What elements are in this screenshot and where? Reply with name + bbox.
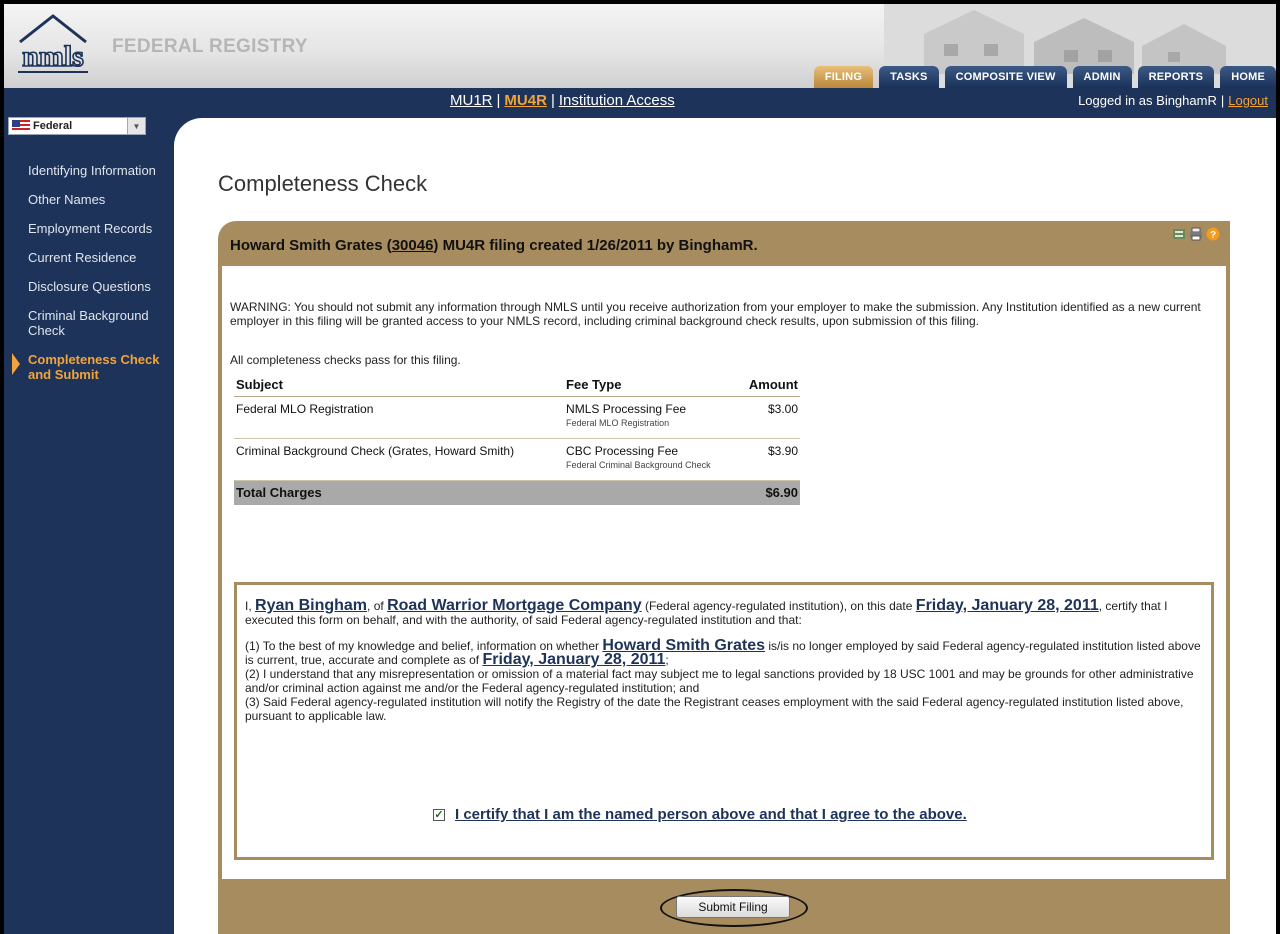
fee-amount: $3.00 bbox=[737, 396, 800, 439]
attestation-points: (1) To the best of my knowledge and beli… bbox=[245, 638, 1201, 724]
submit-bar: Submit Filing bbox=[218, 879, 1230, 934]
main-tabs: FILING TASKS COMPOSITE VIEW ADMIN REPORT… bbox=[808, 64, 1276, 88]
sidebar: Federal ▼ Identifying Information Other … bbox=[4, 113, 174, 934]
page-title: Completeness Check bbox=[218, 171, 428, 196]
total-row: Total Charges $6.90 bbox=[234, 480, 800, 505]
help-icon[interactable]: ? bbox=[1206, 227, 1220, 241]
company-name: Road Warrior Mortgage Company bbox=[387, 597, 642, 614]
filing-panel: Howard Smith Grates (30046) MU4R filing … bbox=[218, 221, 1230, 934]
fee-subject: Federal MLO Registration bbox=[234, 396, 565, 439]
regulator-select-value: Federal bbox=[33, 120, 73, 132]
column-header-subject: Subject bbox=[234, 375, 565, 397]
attest-date: Friday, January 28, 2011 bbox=[915, 597, 1099, 614]
sidebar-item-completeness-check[interactable]: Completeness Check and Submit bbox=[4, 352, 174, 382]
warning-text: WARNING: You should not submit any infor… bbox=[230, 300, 1201, 328]
panel-tools: ? bbox=[1172, 227, 1220, 241]
main-content: Completeness Check Howard Smith Grates (… bbox=[174, 118, 1276, 934]
tab-admin[interactable]: ADMIN bbox=[1072, 66, 1132, 88]
link-mu4r[interactable]: MU4R bbox=[504, 92, 547, 109]
sidebar-item-criminal-background-check[interactable]: Criminal Background Check bbox=[4, 308, 174, 338]
table-row: Federal MLO Registration NMLS Processing… bbox=[234, 396, 800, 439]
nmls-logo: nmls bbox=[14, 12, 92, 76]
print-icon[interactable] bbox=[1189, 227, 1203, 241]
column-header-amount: Amount bbox=[737, 375, 800, 397]
nmls-id-link[interactable]: 30046 bbox=[392, 237, 434, 254]
attester-name: Ryan Bingham bbox=[255, 597, 368, 614]
attest-after-company: (Federal agency-regulated institution), … bbox=[644, 599, 913, 613]
regulator-select[interactable]: Federal ▼ bbox=[8, 117, 146, 135]
panel-body: WARNING: You should not submit any infor… bbox=[222, 266, 1226, 879]
fee-amount: $3.90 bbox=[737, 438, 800, 481]
svg-text:nmls: nmls bbox=[22, 40, 84, 73]
sidebar-item-employment-records[interactable]: Employment Records bbox=[4, 221, 174, 236]
certify-label[interactable]: I certify that I am the named person abo… bbox=[455, 807, 967, 822]
total-amount: $6.90 bbox=[737, 480, 800, 505]
chevron-down-icon[interactable]: ▼ bbox=[127, 118, 145, 134]
link-institution-access[interactable]: Institution Access bbox=[559, 92, 675, 109]
point-1-end: ; bbox=[665, 653, 669, 667]
completeness-status: All completeness checks pass for this fi… bbox=[230, 353, 461, 367]
sidebar-nav: Identifying Information Other Names Empl… bbox=[4, 163, 174, 396]
fee-type-cell: NMLS Processing Fee Federal MLO Registra… bbox=[564, 396, 738, 439]
panel-header-pre: Howard Smith Grates ( bbox=[230, 237, 392, 254]
attest-of: , of bbox=[367, 599, 384, 613]
sidebar-item-current-residence[interactable]: Current Residence bbox=[4, 250, 174, 265]
point-2: (2) I understand that any misrepresentat… bbox=[245, 667, 1194, 695]
fee-type: NMLS Processing Fee bbox=[566, 402, 687, 416]
login-status: Logged in as BinghamR | Logout bbox=[1078, 93, 1268, 108]
tab-home[interactable]: HOME bbox=[1220, 66, 1276, 88]
form-links: MU1R | MU4R | Institution Access bbox=[450, 92, 675, 109]
separator: | bbox=[496, 92, 501, 109]
attestation-box: I, Ryan Bingham, of Road Warrior Mortgag… bbox=[234, 582, 1214, 860]
attestation-intro: I, Ryan Bingham, of Road Warrior Mortgag… bbox=[245, 597, 1201, 628]
link-mu1r[interactable]: MU1R bbox=[450, 92, 493, 109]
sidebar-item-disclosure-questions[interactable]: Disclosure Questions bbox=[4, 279, 174, 294]
logout-link[interactable]: Logout bbox=[1228, 93, 1268, 108]
sidebar-item-label: Completeness Check and Submit bbox=[28, 352, 160, 382]
fee-type: CBC Processing Fee bbox=[566, 444, 679, 458]
us-flag-icon bbox=[12, 120, 30, 132]
tab-tasks[interactable]: TASKS bbox=[879, 66, 939, 88]
total-spacer bbox=[564, 480, 738, 505]
fee-table: Subject Fee Type Amount Federal MLO Regi… bbox=[234, 375, 800, 505]
fee-type-sub: Federal Criminal Background Check bbox=[566, 460, 711, 470]
active-arrow-icon bbox=[12, 353, 20, 375]
separator: | bbox=[550, 92, 555, 109]
site-header: nmls FEDERAL REGISTRY FILING TASKS COMPO… bbox=[4, 4, 1276, 88]
total-label: Total Charges bbox=[234, 480, 565, 505]
app-window: nmls FEDERAL REGISTRY FILING TASKS COMPO… bbox=[4, 4, 1276, 934]
submit-filing-button[interactable]: Submit Filing bbox=[676, 896, 790, 918]
sub-nav-bar: MU1R | MU4R | Institution Access Logged in a… bbox=[4, 88, 1276, 113]
column-header-fee-type: Fee Type bbox=[564, 375, 738, 397]
tab-filing[interactable]: FILING bbox=[813, 66, 874, 88]
attest-i: I, bbox=[245, 599, 252, 613]
sidebar-item-identifying-information[interactable]: Identifying Information bbox=[4, 163, 174, 178]
export-icon[interactable] bbox=[1172, 227, 1186, 241]
sidebar-item-other-names[interactable]: Other Names bbox=[4, 192, 174, 207]
fee-type-sub: Federal MLO Registration bbox=[566, 418, 670, 428]
separator: | bbox=[1220, 93, 1225, 108]
point-3: (3) Said Federal agency-regulated instit… bbox=[245, 695, 1184, 723]
tab-composite-view[interactable]: COMPOSITE VIEW bbox=[944, 66, 1067, 88]
logged-in-text: Logged in as BinghamR bbox=[1078, 93, 1217, 108]
certify-row: ✓ I certify that I am the named person a… bbox=[433, 807, 967, 822]
svg-text:?: ? bbox=[1210, 230, 1216, 241]
registry-title: FEDERAL REGISTRY bbox=[112, 36, 308, 57]
fee-subject: Criminal Background Check (Grates, Howar… bbox=[234, 438, 565, 481]
table-row: Criminal Background Check (Grates, Howar… bbox=[234, 438, 800, 481]
fee-type-cell: CBC Processing Fee Federal Criminal Back… bbox=[564, 438, 738, 481]
table-header-row: Subject Fee Type Amount bbox=[234, 375, 800, 397]
point-1-date: Friday, January 28, 2011 bbox=[482, 651, 666, 668]
panel-header: Howard Smith Grates (30046) MU4R filing … bbox=[230, 237, 758, 254]
tab-reports[interactable]: REPORTS bbox=[1137, 66, 1215, 88]
certify-checkbox[interactable]: ✓ bbox=[433, 809, 445, 821]
panel-header-post: ) MU4R filing created 1/26/2011 by Bingh… bbox=[433, 237, 758, 254]
